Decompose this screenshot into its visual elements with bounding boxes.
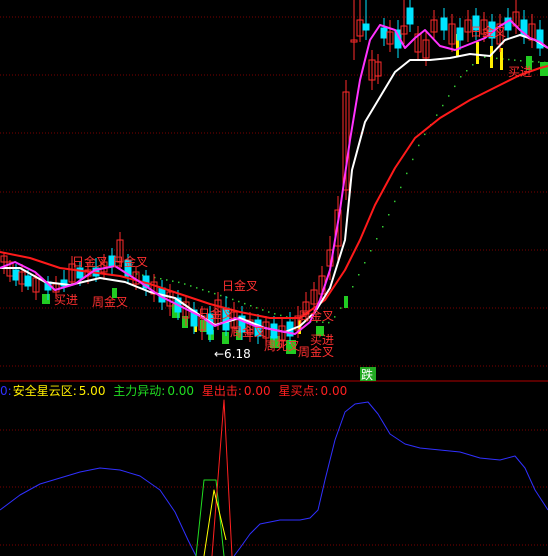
dot <box>520 60 522 62</box>
star-buy-label: 星买点: <box>278 384 319 398</box>
ma-white-line <box>0 34 548 333</box>
dot <box>514 59 516 61</box>
blue-indicator-line <box>233 401 548 556</box>
safe-zone-value: 5.00 <box>78 384 106 398</box>
dot <box>532 60 534 63</box>
dot <box>448 95 450 97</box>
dot <box>382 226 384 228</box>
dot <box>232 298 234 301</box>
drop-badge-label: 跌 <box>361 367 373 382</box>
dot <box>184 283 186 285</box>
dot <box>196 287 198 289</box>
safe-zone-label: 安全星云区: <box>12 384 77 398</box>
price-low-label: ←6.18 <box>214 347 251 361</box>
candle-body <box>24 275 32 287</box>
dot <box>472 64 474 66</box>
weekly-dead-cross-label: 周死叉 <box>264 339 300 353</box>
dot <box>244 302 246 305</box>
candle-body <box>380 27 388 39</box>
blue-indicator-line <box>0 467 197 556</box>
golden-cross-label: 日金叉 <box>198 306 234 321</box>
indicator-panel <box>0 399 548 556</box>
dot <box>364 262 366 264</box>
indicator-prefix: 0: <box>0 384 12 398</box>
dot <box>412 158 414 161</box>
golden-cross-label: 日金叉 <box>470 24 506 39</box>
star-attack-value: 0.00 <box>243 384 271 398</box>
dot <box>160 278 162 280</box>
dot <box>214 292 216 295</box>
dot <box>406 172 408 175</box>
candle-body <box>406 7 414 25</box>
dot <box>280 314 282 317</box>
dot <box>376 238 378 240</box>
dot <box>508 58 510 61</box>
dot <box>220 294 222 297</box>
green-signal-bar <box>42 294 50 304</box>
golden-cross-label: 日金叉 <box>72 254 108 269</box>
dot <box>178 281 180 284</box>
dot <box>454 85 456 88</box>
dot <box>358 274 360 276</box>
grid-lines <box>0 16 548 546</box>
candle-body <box>440 17 448 31</box>
dot <box>202 289 204 291</box>
dot <box>442 104 444 107</box>
star-attack-label: 星出击: <box>201 384 242 398</box>
main-force-label: 主力异动: <box>113 384 166 398</box>
dot <box>190 285 192 287</box>
buy-label: 买进 <box>310 333 334 347</box>
dot <box>262 309 264 311</box>
dot <box>400 186 402 189</box>
moving-averages <box>0 19 548 335</box>
dot <box>172 280 174 282</box>
candlesticks <box>0 0 544 348</box>
dot <box>340 307 342 309</box>
dot <box>538 61 540 63</box>
dotted-line <box>130 56 546 324</box>
star-buy-value: 0.00 <box>320 384 348 398</box>
dot <box>388 214 390 216</box>
main-force-value: 0.00 <box>167 384 195 398</box>
dot <box>496 57 498 60</box>
dot <box>352 286 354 288</box>
weekly-cross-label: 周金叉 <box>298 308 334 323</box>
ma-magenta-line <box>0 19 548 335</box>
yellow-signal-bar <box>476 42 479 64</box>
price-chart: 日金叉 日金叉日金叉日金叉日金叉周金叉周金叉周金叉周金叉周死叉买进买进买进←6.1… <box>0 0 548 556</box>
dot <box>268 311 270 313</box>
dot <box>394 200 396 203</box>
golden-cross-label: 日金叉 <box>222 278 258 293</box>
dot <box>424 133 426 136</box>
yellow-signal-bar <box>490 46 493 68</box>
candle-body <box>362 23 370 31</box>
dot <box>334 316 336 318</box>
dot <box>370 250 372 252</box>
weekly-cross-label: 周金叉 <box>230 324 266 339</box>
golden-cross-label: 日金叉 <box>112 254 148 269</box>
indicator-legend: 0:安全星云区: 5.00 主力异动: 0.00 星出击: 0.00 星买点: 0.00 <box>0 382 548 400</box>
dot <box>436 114 438 116</box>
dot <box>238 300 240 303</box>
buy-label: 买进 <box>508 65 532 79</box>
dot <box>460 76 462 78</box>
dot <box>418 144 420 147</box>
green-signal-bar <box>344 296 348 308</box>
dot <box>208 290 210 293</box>
candle-body <box>456 27 464 41</box>
green-signal-bar <box>540 62 548 76</box>
weekly-cross-label: 周金叉 <box>92 294 128 309</box>
dot <box>466 70 468 72</box>
candle-body <box>12 269 20 281</box>
buy-label: 买进 <box>54 293 78 307</box>
dot <box>484 56 486 58</box>
dot <box>256 307 258 309</box>
dot <box>274 313 276 315</box>
dot <box>250 305 252 307</box>
dot <box>166 279 168 281</box>
